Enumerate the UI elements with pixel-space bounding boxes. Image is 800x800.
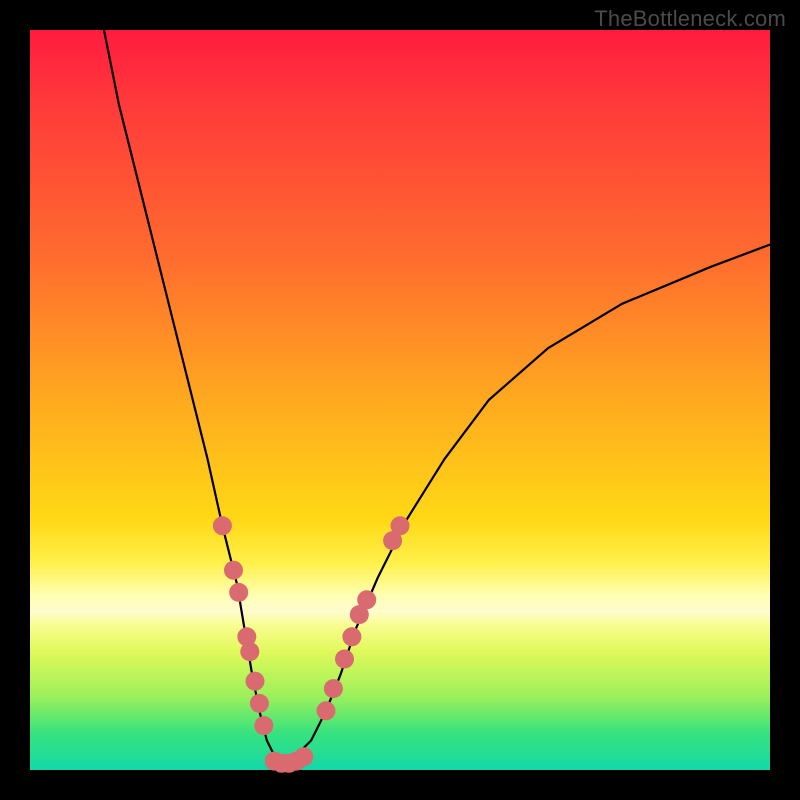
- marker-point: [240, 642, 259, 661]
- marker-point: [357, 590, 376, 609]
- watermark-text: TheBottleneck.com: [594, 6, 786, 32]
- marker-point: [317, 701, 336, 720]
- marker-group: [213, 516, 410, 773]
- marker-point: [213, 516, 232, 535]
- marker-point: [229, 583, 248, 602]
- marker-point: [391, 516, 410, 535]
- bottleneck-curve: [104, 30, 770, 763]
- stage: TheBottleneck.com: [0, 0, 800, 800]
- plot-area: [30, 30, 770, 770]
- marker-point: [250, 694, 269, 713]
- marker-point: [246, 672, 265, 691]
- marker-point: [335, 650, 354, 669]
- chart-svg: [30, 30, 770, 770]
- marker-point: [224, 561, 243, 580]
- marker-point: [324, 679, 343, 698]
- marker-point: [254, 716, 273, 735]
- marker-point: [294, 747, 313, 766]
- marker-point: [342, 627, 361, 646]
